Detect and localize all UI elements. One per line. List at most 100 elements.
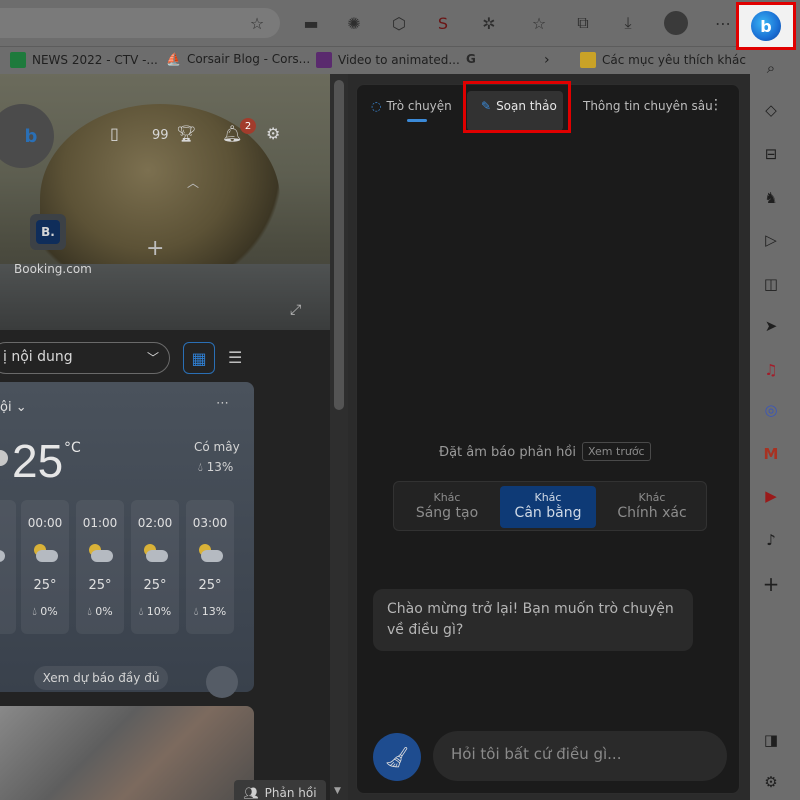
address-bar[interactable]: [0, 8, 280, 38]
add-icon[interactable]: +: [750, 572, 792, 596]
hourly-forecast: 02:00 25° 💧︎ 10%: [131, 500, 179, 634]
temperature-unit: °C: [64, 440, 81, 456]
telegram-icon[interactable]: ➤: [750, 314, 792, 338]
quick-link-booking[interactable]: B.: [30, 214, 66, 250]
bookmarks-bar: NEWS 2022 - CTV -... ⛵ Corsair Blog - Co…: [0, 46, 750, 74]
messenger-icon[interactable]: ◎: [750, 398, 792, 422]
office-icon[interactable]: ▷: [750, 228, 792, 252]
more-icon[interactable]: ⋯: [216, 396, 229, 411]
scroll-down-arrow-icon[interactable]: ▼: [334, 786, 341, 796]
moon-icon: [0, 450, 8, 466]
weather-city[interactable]: ội ⌄: [0, 400, 27, 415]
weather-card[interactable]: ội ⌄ ⋯ 25 °C Có mây 💧︎ 13% 00:00 25° 💧︎ …: [0, 382, 254, 698]
copilot-sidebar-panel: ◌ Trò chuyện ✎ Soạn thảo Thông tin chuyê…: [356, 81, 740, 794]
partly-cloudy-icon: [142, 544, 168, 562]
news-card-image[interactable]: [0, 706, 254, 800]
welcome-message: Chào mừng trở lại! Bạn muốn trò chuyện v…: [373, 589, 693, 651]
preview-chip: Xem trước: [582, 442, 651, 461]
outlook-icon[interactable]: ◫: [750, 272, 792, 296]
toolbox-icon[interactable]: ⊟: [750, 142, 792, 166]
bing-icon: b: [751, 11, 781, 41]
search-icon[interactable]: ⌕: [750, 56, 792, 80]
scrollbar-thumb[interactable]: [334, 80, 344, 410]
browser-toolbar: ☆ ▬ ✺ ⬡ S ✲ ☆ ⧉ ⤓ ⋯: [0, 0, 750, 46]
video-icon: [316, 52, 332, 68]
music-icon[interactable]: ♫: [750, 358, 792, 382]
full-forecast-button[interactable]: Xem dự báo đầy đủ: [34, 666, 168, 690]
tab-chat[interactable]: ◌ Trò chuyện: [371, 99, 452, 113]
profile-avatar[interactable]: [664, 11, 688, 35]
collections-icon[interactable]: ⧉: [572, 12, 594, 34]
new-topic-broom-icon[interactable]: 🧹︎: [373, 733, 421, 781]
puzzle-icon[interactable]: ✲: [478, 12, 500, 34]
tab-active-indicator: [407, 119, 427, 122]
tiktok-icon[interactable]: ♪: [750, 528, 792, 552]
edge-sidebar: b ⌕ ◇ ⊟ ♞ ▷ ◫ ➤ ♫ ◎ M ▶ ♪ + ◨ ⚙: [736, 0, 800, 800]
page-scrollbar[interactable]: ▼: [330, 74, 348, 800]
background-image: [0, 74, 330, 330]
bookmark-item[interactable]: NEWS 2022 - CTV -...: [10, 52, 158, 68]
download-icon[interactable]: ⤓: [617, 12, 639, 34]
new-tab-page: b ▯ 99 🏆︎ 🔔︎ 2 ⚙ ︿ B. Booking.com + ⤢ ị …: [0, 74, 330, 800]
tone-label: Đặt âm báo phản hồi: [439, 445, 576, 460]
quick-link-label: Booking.com: [14, 262, 92, 276]
tone-balanced-button[interactable]: Khác Cân bằng: [500, 486, 596, 528]
feedback-button[interactable]: 👥︎ Phản hồi: [234, 780, 326, 800]
extension-icon[interactable]: ▬: [300, 12, 322, 34]
gmail-icon[interactable]: M: [750, 442, 792, 466]
hourly-forecast: 01:00 25° 💧︎ 0%: [76, 500, 124, 634]
rewards-points[interactable]: 99: [152, 128, 169, 143]
tag-icon[interactable]: ◇: [750, 98, 792, 122]
bookmark-item[interactable]: ⛵ Corsair Blog - Cors...: [166, 52, 310, 66]
weather-widget-icon[interactable]: [206, 666, 238, 698]
color-extension-icon[interactable]: ⬡: [388, 12, 410, 34]
expand-icon[interactable]: ⤢: [290, 302, 301, 318]
weather-condition: Có mây: [194, 440, 240, 454]
other-favorites[interactable]: Các mục yêu thích khác: [580, 52, 746, 68]
bookmark-item[interactable]: Video to animated...: [316, 52, 460, 68]
trophy-icon[interactable]: 🏆︎: [176, 124, 196, 143]
sheets-icon: [10, 52, 26, 68]
feedback-icon: 👥︎: [243, 786, 259, 800]
partly-cloudy-icon: [87, 544, 113, 562]
tab-insights[interactable]: Thông tin chuyên sâu: [583, 99, 713, 113]
chat-icon: ◌: [371, 99, 382, 113]
settings-icon[interactable]: ⚙: [750, 770, 792, 794]
feed-layout-select[interactable]: ị nội dung ﹀: [0, 342, 170, 374]
add-quick-link-icon[interactable]: +: [146, 236, 164, 261]
s-extension-icon[interactable]: S: [432, 12, 454, 34]
partly-cloudy-icon: [32, 544, 58, 562]
tone-precise-button[interactable]: Khác Chính xác: [604, 486, 700, 528]
more-icon[interactable]: ⋯: [712, 12, 734, 34]
hourly-forecast: [0, 500, 16, 634]
folder-icon: [580, 52, 596, 68]
bing-chat-button[interactable]: b: [736, 2, 796, 50]
corsair-icon: ⛵: [166, 52, 181, 66]
collapse-chevron-icon[interactable]: ︿: [187, 174, 199, 191]
more-options-icon[interactable]: ⋮: [709, 97, 723, 113]
list-view-icon[interactable]: ☰: [228, 348, 242, 367]
chat-input[interactable]: Hỏi tôi bất cứ điều gì...: [433, 731, 727, 781]
settings-icon[interactable]: ⚙: [266, 124, 280, 143]
current-temperature: 25: [12, 435, 64, 487]
settings-gear-icon[interactable]: ✺: [343, 12, 365, 34]
chevron-down-icon: ﹀: [146, 351, 159, 365]
split-screen-icon[interactable]: ◨: [750, 728, 792, 752]
precipitation: 💧︎ 13%: [198, 460, 234, 474]
bing-icon: b: [24, 125, 38, 147]
mobile-icon[interactable]: ▯: [110, 124, 119, 143]
bookmarks-overflow-chevron-icon[interactable]: ›: [544, 52, 550, 68]
favorites-icon[interactable]: ☆: [528, 12, 550, 34]
partly-cloudy-icon: [197, 544, 223, 562]
bookmark-item[interactable]: G: [466, 52, 476, 66]
grid-view-button[interactable]: ▦: [183, 342, 215, 374]
notification-badge: 2: [240, 118, 256, 134]
conversation-style-selector: Khác Sáng tạo Khác Cân bằng Khác Chính x…: [393, 481, 707, 531]
star-plus-icon[interactable]: ☆: [246, 12, 268, 34]
hourly-forecast: 00:00 25° 💧︎ 0%: [21, 500, 69, 634]
games-icon[interactable]: ♞: [750, 186, 792, 210]
hourly-forecast: 03:00 25° 💧︎ 13%: [186, 500, 234, 634]
tone-creative-button[interactable]: Khác Sáng tạo: [399, 486, 495, 528]
youtube-icon[interactable]: ▶: [750, 484, 792, 508]
compose-tab-highlight: [463, 81, 571, 133]
